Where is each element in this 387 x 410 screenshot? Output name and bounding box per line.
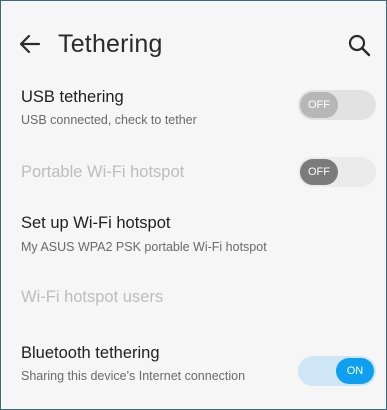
setup-wifi-hotspot-row[interactable]: Set up Wi-Fi hotspot My ASUS WPA2 PSK po…: [1, 207, 386, 267]
search-icon: [348, 34, 371, 57]
setup-wifi-hotspot-summary: My ASUS WPA2 PSK portable Wi-Fi hotspot: [21, 240, 267, 254]
back-button[interactable]: [17, 31, 43, 57]
app-bar: Tethering: [1, 1, 386, 83]
toggle-thumb: ON: [336, 358, 374, 384]
toggle-thumb: OFF: [300, 159, 338, 185]
usb-tethering-row[interactable]: USB tethering USB connected, check to te…: [1, 83, 386, 143]
wifi-hotspot-users-label: Wi-Fi hotspot users: [21, 288, 164, 306]
portable-wifi-hotspot-toggle[interactable]: OFF: [298, 157, 376, 187]
usb-tethering-toggle[interactable]: OFF: [298, 90, 376, 120]
setup-wifi-hotspot-label: Set up Wi-Fi hotspot: [21, 214, 171, 232]
usb-tethering-label: USB tethering: [21, 88, 124, 106]
bluetooth-tethering-summary: Sharing this device's Internet connectio…: [21, 369, 246, 383]
bluetooth-tethering-toggle[interactable]: ON: [298, 356, 376, 386]
wifi-hotspot-users-row[interactable]: Wi-Fi hotspot users: [1, 277, 386, 317]
portable-wifi-hotspot-row[interactable]: Portable Wi-Fi hotspot OFF: [1, 149, 386, 195]
portable-wifi-hotspot-label: Portable Wi-Fi hotspot: [21, 163, 185, 181]
usb-tethering-summary: USB connected, check to tether: [21, 113, 197, 127]
arrow-left-icon: [19, 34, 41, 54]
bluetooth-tethering-label: Bluetooth tethering: [21, 344, 160, 362]
search-button[interactable]: [346, 32, 372, 58]
bluetooth-tethering-row[interactable]: Bluetooth tethering Sharing this device'…: [1, 337, 386, 407]
page-title: Tethering: [58, 30, 163, 58]
tethering-screen: Tethering USB tethering USB connected, c…: [0, 0, 387, 410]
toggle-thumb: OFF: [300, 92, 338, 118]
